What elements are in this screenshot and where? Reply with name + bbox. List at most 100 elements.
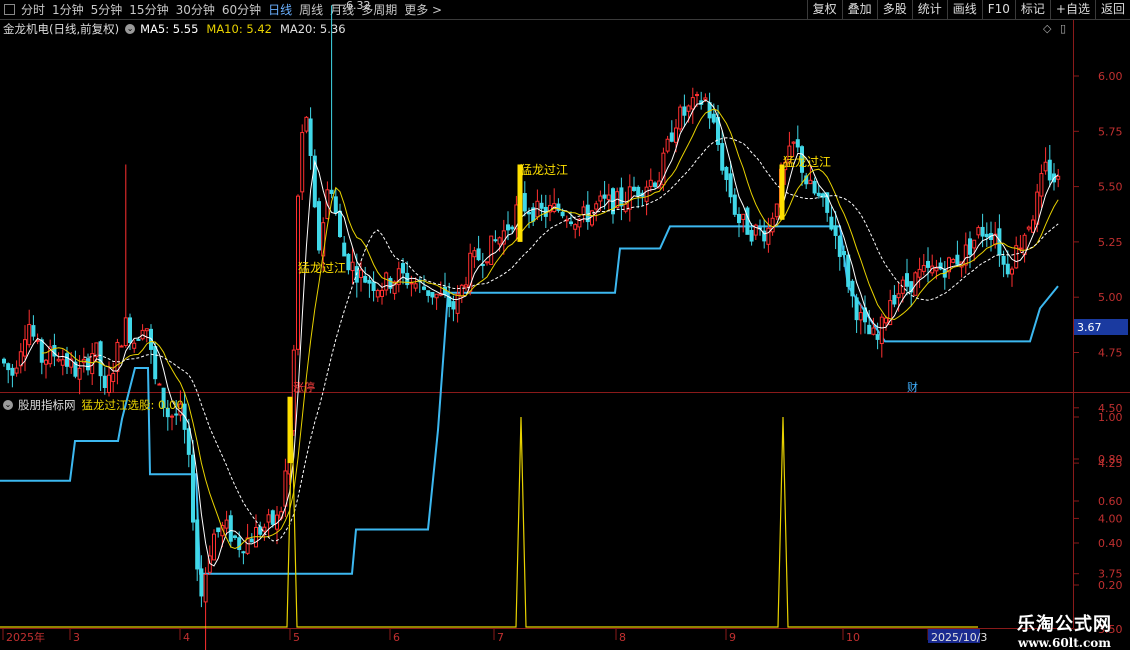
candle-body xyxy=(346,253,351,271)
candle-body xyxy=(212,533,216,561)
current-price-value: 3.67 xyxy=(1077,321,1102,334)
candlestick xyxy=(678,104,683,132)
candlestick xyxy=(758,219,762,236)
candle-body xyxy=(737,213,741,224)
candle-body xyxy=(837,235,842,257)
time-axis-label: 8 xyxy=(619,631,626,644)
chevron-down-icon[interactable]: ⌄ xyxy=(3,400,13,410)
candlestick xyxy=(300,124,305,201)
candle-body xyxy=(60,359,65,366)
price-axis-label: 5.00 xyxy=(1098,291,1123,304)
candle-body xyxy=(968,238,972,255)
candlestick xyxy=(459,283,464,304)
candle-body xyxy=(690,97,695,110)
diamond-icon[interactable]: ◇ xyxy=(1043,22,1051,35)
candle-body xyxy=(951,258,956,263)
candle-body xyxy=(233,535,237,539)
candlestick xyxy=(396,261,401,293)
kline-chart[interactable]: 猛龙过江猛龙过江猛龙过江6.323.32涨停财 6.005.755.505.25… xyxy=(0,0,1130,650)
candle-body xyxy=(774,203,779,218)
candlestick xyxy=(644,180,649,216)
candle-body xyxy=(224,519,229,529)
candle-body xyxy=(812,180,817,194)
candlestick xyxy=(522,181,527,217)
candle-body xyxy=(506,224,510,231)
candlestick xyxy=(10,363,15,388)
chevron-down-icon[interactable]: ⌄ xyxy=(125,24,136,34)
price-axis-label: 4.00 xyxy=(1098,512,1123,525)
candle-body xyxy=(136,338,141,341)
indicator-axis-label: 0.20 xyxy=(1098,579,1123,592)
indicator-value: 猛龙过江选股: 0.00 xyxy=(81,398,184,412)
candle-body xyxy=(447,296,452,307)
candlestick xyxy=(539,194,544,221)
candle-body xyxy=(875,334,880,340)
candle-body xyxy=(686,105,691,112)
candle-body xyxy=(329,189,334,194)
candlestick xyxy=(863,295,867,334)
candle-body xyxy=(338,210,342,237)
candlestick xyxy=(371,271,376,302)
candle-body xyxy=(304,116,309,132)
candle-body xyxy=(598,195,603,202)
candle-body xyxy=(510,226,515,230)
candlestick xyxy=(741,213,746,233)
candle-body xyxy=(653,182,657,188)
candlestick xyxy=(737,207,741,238)
candlestick xyxy=(39,337,44,375)
candlestick xyxy=(266,508,271,537)
candle-body xyxy=(984,233,989,238)
candle-body xyxy=(976,227,981,236)
candle-body xyxy=(107,374,111,393)
candle-body xyxy=(102,375,107,388)
candle-body xyxy=(451,301,456,310)
candle-body xyxy=(157,383,162,386)
candle-body xyxy=(644,186,649,202)
candle-body xyxy=(241,551,246,554)
candlestick xyxy=(23,325,27,372)
candlestick xyxy=(955,240,960,267)
candlestick xyxy=(850,279,855,308)
candlestick xyxy=(606,183,611,211)
candle-body xyxy=(745,207,750,235)
candle-body xyxy=(262,526,267,532)
candle-body xyxy=(86,358,90,371)
candlestick xyxy=(921,253,926,276)
candle-body xyxy=(808,179,813,185)
candlestick xyxy=(367,275,372,298)
watermark-url: www.60lt.com xyxy=(1018,636,1111,650)
candlestick xyxy=(140,324,145,341)
candle-body xyxy=(199,568,204,597)
time-axis-label: 10 xyxy=(846,631,860,644)
candle-body xyxy=(111,373,116,383)
candle-body xyxy=(191,454,195,523)
candle-body xyxy=(678,106,683,130)
candle-body xyxy=(472,250,477,258)
candlestick xyxy=(228,510,233,548)
candle-body xyxy=(749,229,754,242)
candle-body xyxy=(627,186,632,210)
candle-body xyxy=(249,538,254,543)
candle-body xyxy=(1010,268,1014,275)
watermark-logo: 乐淘公式网 www.60lt.com xyxy=(1017,610,1112,650)
candle-body xyxy=(816,192,821,197)
candle-body xyxy=(430,291,435,298)
candlestick xyxy=(812,177,817,196)
candlestick xyxy=(44,359,48,379)
candle-body xyxy=(216,527,221,533)
candlestick xyxy=(720,130,725,175)
candlestick xyxy=(81,347,86,373)
candlestick xyxy=(753,223,758,240)
candlestick xyxy=(821,192,825,207)
panel-toggle-icon[interactable]: ▯ xyxy=(1060,22,1066,35)
candle-body xyxy=(44,359,48,365)
candle-body xyxy=(1056,175,1061,180)
candle-body xyxy=(934,267,939,272)
candle-body xyxy=(674,127,678,143)
candle-body xyxy=(1043,161,1048,172)
candle-body xyxy=(459,284,464,297)
limit-up-tag: 涨停 xyxy=(293,380,315,394)
candle-body xyxy=(963,244,968,266)
candle-body xyxy=(833,225,838,236)
indicator-axis-label: 0.40 xyxy=(1098,537,1123,550)
